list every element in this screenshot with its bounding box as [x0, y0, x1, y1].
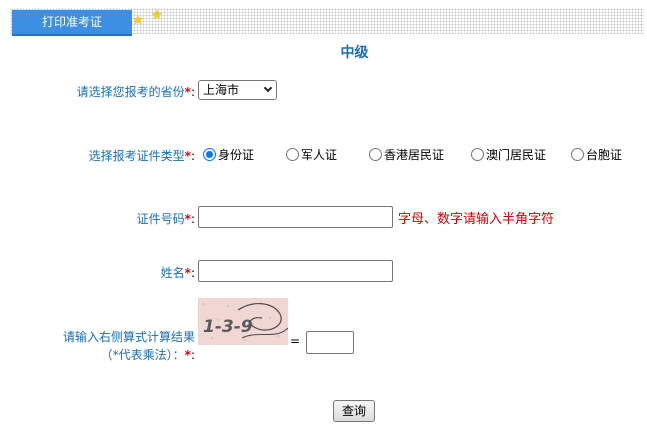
id-type-label: 选择报考证件类型*: — [40, 147, 195, 164]
id-number-label: 证件号码*: — [40, 210, 195, 227]
equals-sign: = — [290, 334, 301, 348]
radio-circle-icon[interactable] — [471, 148, 484, 161]
radio-macau-card[interactable]: 澳门居民证 — [471, 146, 546, 164]
star-icon: ★ — [151, 8, 163, 23]
name-input[interactable] — [198, 260, 393, 282]
province-label: 请选择您报考的省份*: — [40, 83, 195, 100]
name-label-text: 姓名 — [160, 266, 185, 280]
province-selected-value: 上海市 — [203, 83, 240, 97]
province-label-text: 请选择您报考的省份 — [76, 85, 185, 99]
radio-military-card[interactable]: 军人证 — [286, 146, 337, 164]
radio-taiwan-card[interactable]: 台胞证 — [571, 146, 622, 164]
tab-bar: 打印准考证 — [10, 8, 644, 36]
tab-print-admission-ticket[interactable]: 打印准考证 — [12, 10, 132, 34]
captcha-svg: 1-3-9 — [198, 298, 288, 345]
id-type-label-text: 选择报考证件类型 — [88, 149, 185, 163]
colon: : — [190, 266, 195, 280]
id-number-hint: 字母、数字请输入半角字符 — [398, 212, 555, 227]
radio-label: 台胞证 — [586, 148, 623, 162]
star-icon: ★ — [132, 13, 144, 28]
colon: : — [190, 85, 195, 99]
radio-circle-icon[interactable] — [369, 148, 382, 161]
radio-circle-icon[interactable] — [286, 148, 299, 161]
radio-circle-icon[interactable] — [571, 148, 584, 161]
colon: : — [190, 348, 195, 362]
captcha-label: 请输入右侧算式计算结果 （*代表乘法）：*: — [40, 328, 195, 364]
id-number-input[interactable] — [198, 206, 393, 228]
radio-hong-kong-card[interactable]: 香港居民证 — [369, 146, 444, 164]
radio-label: 香港居民证 — [384, 148, 445, 162]
chevron-down-icon — [263, 83, 273, 93]
tab-underline — [12, 34, 132, 36]
captcha-input[interactable] — [306, 331, 354, 354]
radio-label: 军人证 — [301, 148, 338, 162]
radio-label: 身份证 — [218, 148, 255, 162]
province-select[interactable]: 上海市 — [198, 80, 277, 100]
captcha-label-line1: 请输入右侧算式计算结果 — [62, 330, 195, 344]
query-button[interactable]: 查询 — [333, 400, 375, 422]
radio-label: 澳门居民证 — [486, 148, 547, 162]
captcha-image: 1-3-9 — [198, 298, 288, 345]
colon: : — [190, 212, 195, 226]
colon: : — [190, 149, 195, 163]
id-number-label-text: 证件号码 — [136, 212, 185, 226]
name-label: 姓名*: — [40, 264, 195, 281]
captcha-text: 1-3-9 — [203, 317, 253, 337]
page-title: 中级 — [340, 45, 369, 61]
radio-id-card[interactable]: 身份证 — [203, 146, 254, 164]
captcha-label-line2: （*代表乘法）： — [100, 348, 185, 362]
radio-circle-icon[interactable] — [203, 148, 216, 161]
